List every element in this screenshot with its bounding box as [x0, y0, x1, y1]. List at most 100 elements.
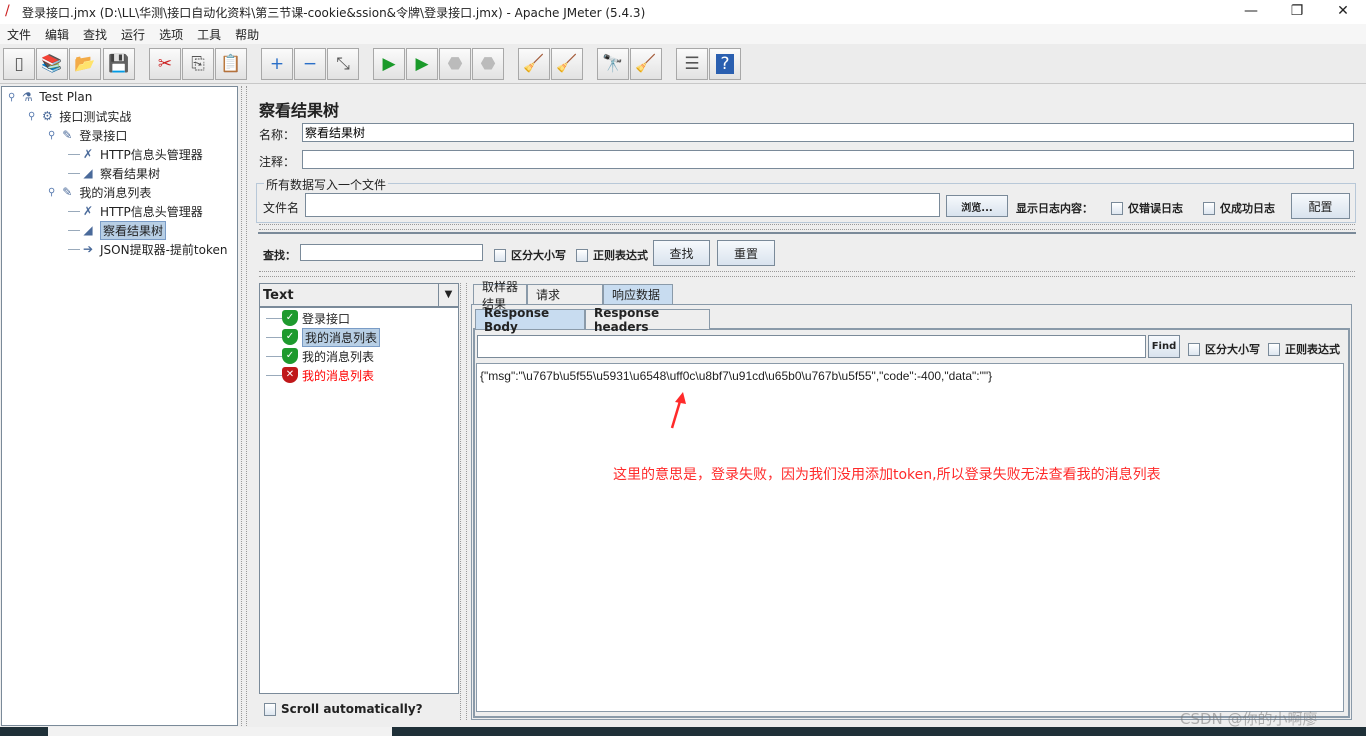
shutdown-icon: ⬣ [480, 54, 496, 74]
tab-sampler-result[interactable]: 取样器结果 [473, 280, 527, 311]
clear-all-button[interactable]: 🧹 [551, 48, 583, 80]
response-body-value: {"msg":"\u767b\u5f55\u5931\u6548\uff0c\u… [480, 369, 993, 383]
comment-input[interactable] [302, 150, 1354, 169]
tree-toggle-icon[interactable]: ⚲ [8, 92, 15, 103]
open-button[interactable]: 📂 [69, 48, 101, 80]
browse-button[interactable]: 浏览... [946, 195, 1008, 217]
subtab-response-body[interactable]: Response Body [475, 306, 585, 334]
close-button[interactable]: ✕ [1320, 0, 1366, 24]
tree-node[interactable]: ➔ JSON提取器-提前token [68, 240, 227, 258]
scroll-auto-label: Scroll automatically? [281, 702, 423, 716]
taskbar-search[interactable] [48, 727, 392, 736]
scroll-auto-checkbox[interactable]: Scroll automatically? [264, 702, 423, 716]
paste-button[interactable]: 📋 [215, 48, 247, 80]
search-icon: 🔭 [602, 54, 624, 74]
menu-item[interactable]: 查找 [83, 26, 107, 43]
tree-node[interactable]: ◢ 察看结果树 [68, 220, 167, 240]
tree-node[interactable]: ✗ HTTP信息头管理器 [68, 202, 203, 220]
tree-node[interactable]: ✗ HTTP信息头管理器 [68, 145, 203, 163]
file-group-title: 所有数据写入一个文件 [264, 176, 389, 193]
toggle-button[interactable]: ⤡ [327, 48, 359, 80]
find-button[interactable]: Find [1148, 335, 1180, 358]
minimize-button[interactable]: — [1228, 0, 1274, 24]
maximize-button[interactable]: ❐ [1274, 0, 1320, 24]
result-item[interactable]: ✕ 我的消息列表 [266, 366, 374, 384]
tree-line [68, 153, 80, 155]
stop-button[interactable]: ⬣ [439, 48, 471, 80]
success-shield-icon: ✓ [282, 310, 298, 326]
tree-node[interactable]: ⚲ ⚙ 接口测试实战 [28, 107, 131, 125]
start-button[interactable]: ▶ [373, 48, 405, 80]
subtab-response-headers[interactable]: Response headers [585, 306, 710, 334]
test-plan-icon: ⚗ [21, 90, 33, 104]
splitter-bottom[interactable] [259, 271, 1355, 277]
result-item[interactable]: ✓ 登录接口 [266, 309, 350, 327]
tree-node[interactable]: ◢ 察看结果树 [68, 164, 160, 182]
case-sensitive-checkbox[interactable]: 区分大小写 [494, 247, 566, 263]
cut-button[interactable]: ✂ [149, 48, 181, 80]
find-case-checkbox[interactable]: 区分大小写 [1188, 341, 1260, 357]
splitter-top[interactable] [259, 224, 1355, 230]
shutdown-button[interactable]: ⬣ [472, 48, 504, 80]
tree-node[interactable]: ⚲ ⚗ Test Plan [8, 88, 92, 106]
new-icon: ▯ [14, 54, 24, 74]
expand-button[interactable]: + [261, 48, 293, 80]
find-input[interactable] [477, 335, 1146, 358]
renderer-select[interactable]: Text ▼ [259, 283, 459, 307]
result-item[interactable]: ✓ 我的消息列表 [266, 347, 374, 365]
start-no-pause-button[interactable]: ▶ [406, 48, 438, 80]
regex-checkbox[interactable]: 正则表达式 [576, 247, 648, 263]
templates-button[interactable]: 📚 [36, 48, 68, 80]
comment-label: 注释： [259, 155, 296, 169]
templates-icon: 📚 [41, 54, 63, 74]
menu-item[interactable]: 选项 [159, 26, 183, 43]
result-item[interactable]: ✓ 我的消息列表 [266, 327, 381, 347]
new-button[interactable]: ▯ [3, 48, 35, 80]
tab-request[interactable]: 请求 [527, 284, 603, 304]
menu-item[interactable]: 编辑 [45, 26, 69, 43]
tree-line [266, 355, 282, 357]
results-splitter[interactable] [460, 283, 467, 720]
tree-node-label: 察看结果树 [100, 220, 167, 240]
menu-item[interactable]: 工具 [197, 26, 221, 43]
toolbar: ▯ 📚 📂 💾 ✂ ⎘ 📋 + − ⤡ ▶ ▶ ⬣ ⬣ 🧹 🧹 🔭 🧹 ☰? [0, 44, 1366, 84]
function-helper-button[interactable]: ☰ [676, 48, 708, 80]
main-splitter[interactable] [241, 86, 247, 726]
reset-button[interactable]: 重置 [717, 240, 775, 266]
tree-node-label: Test Plan [39, 90, 93, 104]
search-input[interactable] [300, 244, 483, 261]
file-input[interactable] [305, 193, 940, 217]
stop-icon: ⬣ [447, 54, 463, 74]
success-only-checkbox[interactable]: 仅成功日志 [1203, 200, 1275, 216]
result-item-label: 我的消息列表 [302, 327, 381, 347]
chevron-down-icon: ▼ [438, 284, 458, 306]
menu-item[interactable]: 帮助 [235, 26, 259, 43]
errors-only-checkbox[interactable]: 仅错误日志 [1111, 200, 1183, 216]
tree-node[interactable]: ⚲ ✎ 我的消息列表 [48, 183, 151, 201]
tree-toggle-icon[interactable]: ⚲ [48, 130, 55, 141]
regex-label: 正则表达式 [593, 249, 648, 262]
save-button[interactable]: 💾 [103, 48, 135, 80]
clear-button[interactable]: 🧹 [518, 48, 550, 80]
tab-response-data[interactable]: 响应数据 [603, 284, 673, 304]
copy-button[interactable]: ⎘ [182, 48, 214, 80]
tree-line [68, 248, 80, 250]
name-input[interactable] [302, 123, 1354, 142]
menu-item[interactable]: 文件 [7, 26, 31, 43]
search-button[interactable]: 查找 [653, 240, 710, 266]
configure-button[interactable]: 配置 [1291, 193, 1350, 219]
search-button[interactable]: 🔭 [597, 48, 629, 80]
copy-icon: ⎘ [191, 54, 205, 74]
toggle-icon: ⤡ [336, 54, 350, 74]
reset-search-button[interactable]: 🧹 [630, 48, 662, 80]
help-button[interactable]: ? [709, 48, 741, 80]
response-body-text[interactable]: {"msg":"\u767b\u5f55\u5931\u6548\uff0c\u… [476, 363, 1344, 712]
menu-item[interactable]: 运行 [121, 26, 145, 43]
success-only-label: 仅成功日志 [1220, 202, 1275, 215]
tree-toggle-icon[interactable]: ⚲ [28, 111, 35, 122]
tree-toggle-icon[interactable]: ⚲ [48, 187, 55, 198]
find-regex-checkbox[interactable]: 正则表达式 [1268, 341, 1340, 357]
save-icon: 💾 [108, 54, 130, 74]
collapse-button[interactable]: − [294, 48, 326, 80]
tree-node[interactable]: ⚲ ✎ 登录接口 [48, 126, 127, 144]
